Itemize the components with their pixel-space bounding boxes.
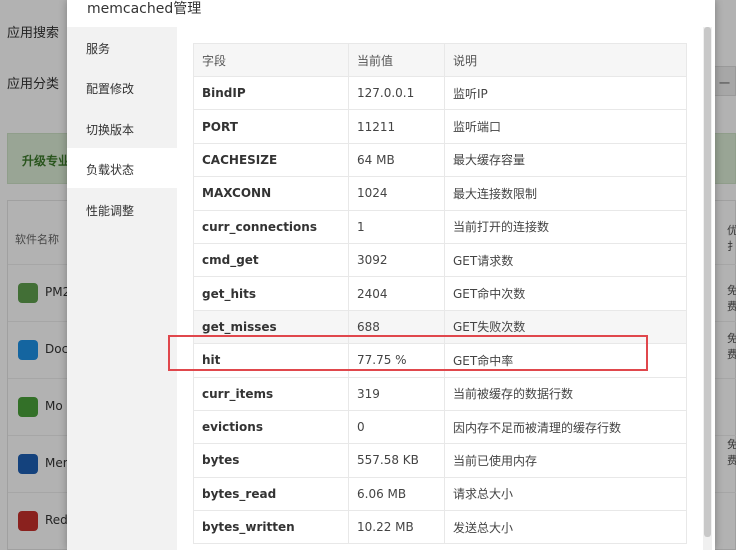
- field-cell: cmd_get: [193, 242, 349, 278]
- field-cell: curr_items: [193, 376, 349, 411]
- table-row: BindIP 127.0.0.1 监听IP: [193, 75, 687, 111]
- modal-scrollbar[interactable]: [703, 27, 712, 550]
- value-cell: 64 MB: [348, 142, 445, 178]
- desc-cell: 当前打开的连接数: [444, 209, 687, 244]
- desc-cell: 监听端口: [444, 109, 687, 144]
- desc-cell: GET请求数: [444, 242, 687, 278]
- scrollbar-thumb[interactable]: [704, 27, 711, 537]
- table-row: MAXCONN 1024 最大连接数限制: [193, 176, 687, 211]
- table-row: curr_connections 1 当前打开的连接数: [193, 209, 687, 244]
- memcached-modal: memcached管理 服务 配置修改 切换版本 负载状态 性能调整 字段 当前…: [67, 0, 715, 550]
- value-cell: 319: [348, 376, 445, 411]
- desc-cell: 最大缓存容量: [444, 142, 687, 178]
- desc-cell: 发送总大小: [444, 510, 687, 545]
- value-cell: 1024: [348, 176, 445, 211]
- value-cell: 2404: [348, 276, 445, 311]
- table-header-row: 字段 当前值 说明: [193, 43, 687, 77]
- desc-cell: 因内存不足而被清理的缓存行数: [444, 409, 687, 445]
- table-row: evictions 0 因内存不足而被清理的缓存行数: [193, 409, 687, 445]
- field-cell: BindIP: [193, 75, 349, 111]
- desc-cell: 当前被缓存的数据行数: [444, 376, 687, 411]
- table-row: cmd_get 3092 GET请求数: [193, 242, 687, 278]
- desc-cell: 请求总大小: [444, 476, 687, 512]
- field-cell: bytes_read: [193, 476, 349, 512]
- load-status-table: 字段 当前值 说明 BindIP 127.0.0.1 监听IP PORT 112…: [193, 43, 687, 545]
- modal-title: memcached管理: [87, 1, 202, 17]
- field-cell: MAXCONN: [193, 176, 349, 211]
- field-cell: PORT: [193, 109, 349, 144]
- modal-sidebar: 服务 配置修改 切换版本 负载状态 性能调整: [67, 27, 177, 550]
- desc-cell: GET命中次数: [444, 276, 687, 311]
- sidebar-item-performance[interactable]: 性能调整: [67, 189, 177, 229]
- table-row: PORT 11211 监听端口: [193, 109, 687, 144]
- value-cell: 3092: [348, 242, 445, 278]
- value-cell: 127.0.0.1: [348, 75, 445, 111]
- field-cell: bytes_written: [193, 510, 349, 545]
- value-cell: 0: [348, 409, 445, 445]
- desc-cell: 监听IP: [444, 75, 687, 111]
- table-row: bytes 557.58 KB 当前已使用内存: [193, 443, 687, 478]
- column-header-value: 当前值: [348, 43, 445, 77]
- field-cell: bytes: [193, 443, 349, 478]
- table-row: get_hits 2404 GET命中次数: [193, 276, 687, 311]
- table-row: bytes_read 6.06 MB 请求总大小: [193, 476, 687, 512]
- table-row: curr_items 319 当前被缓存的数据行数: [193, 376, 687, 411]
- value-cell: 11211: [348, 109, 445, 144]
- sidebar-item-load-status[interactable]: 负载状态: [67, 148, 177, 188]
- table-row: bytes_written 10.22 MB 发送总大小: [193, 510, 687, 545]
- value-cell: 557.58 KB: [348, 443, 445, 478]
- field-cell: CACHESIZE: [193, 142, 349, 178]
- field-cell: get_hits: [193, 276, 349, 311]
- table-row: CACHESIZE 64 MB 最大缓存容量: [193, 142, 687, 178]
- field-cell: evictions: [193, 409, 349, 445]
- hit-row-highlight-box: [168, 335, 648, 371]
- column-header-field: 字段: [193, 43, 349, 77]
- value-cell: 6.06 MB: [348, 476, 445, 512]
- sidebar-item-version[interactable]: 切换版本: [67, 108, 177, 148]
- column-header-desc: 说明: [444, 43, 687, 77]
- desc-cell: 当前已使用内存: [444, 443, 687, 478]
- desc-cell: 最大连接数限制: [444, 176, 687, 211]
- field-cell: curr_connections: [193, 209, 349, 244]
- sidebar-item-config[interactable]: 配置修改: [67, 67, 177, 107]
- sidebar-item-service[interactable]: 服务: [67, 27, 177, 67]
- value-cell: 10.22 MB: [348, 510, 445, 545]
- value-cell: 1: [348, 209, 445, 244]
